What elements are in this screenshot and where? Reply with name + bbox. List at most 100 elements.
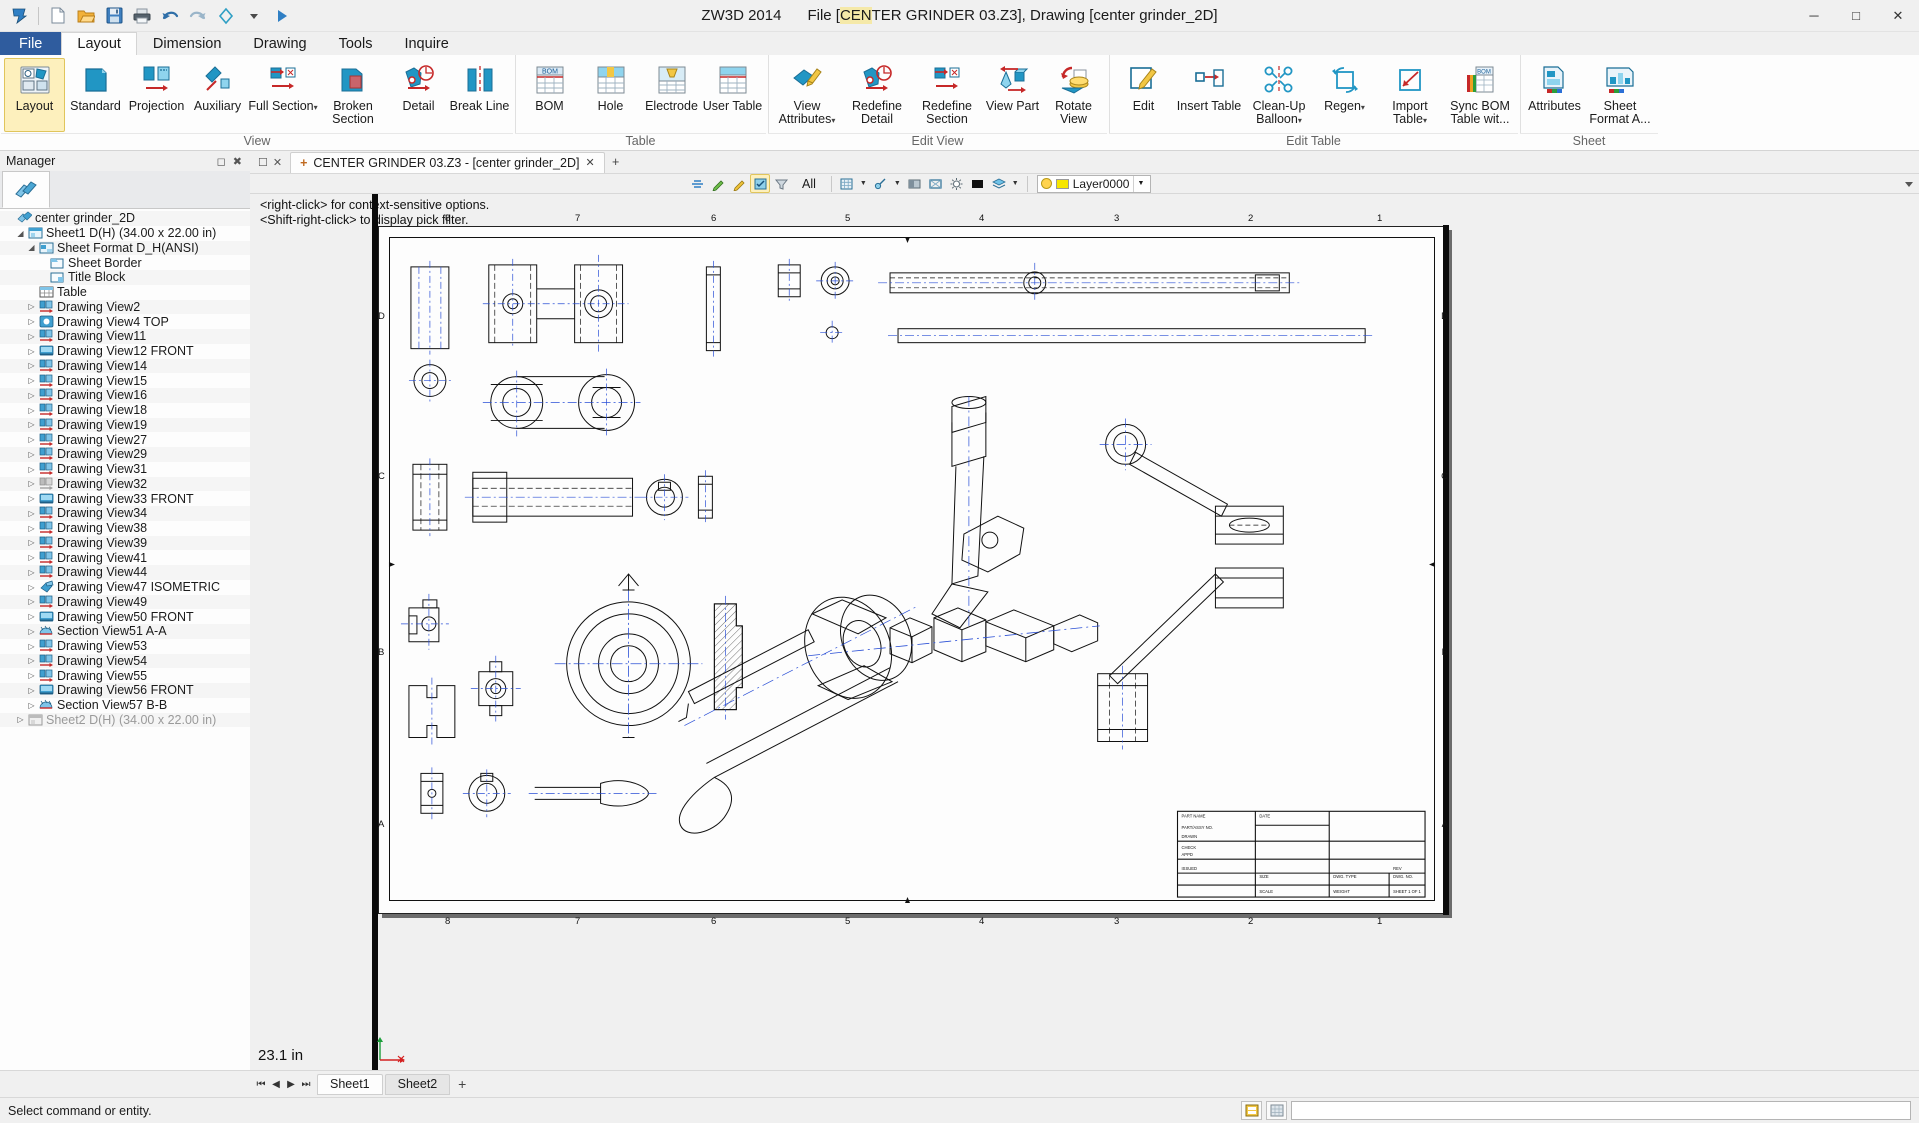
ribbon-button-projection[interactable]: Projection	[126, 58, 187, 132]
tree-item[interactable]: ◢Sheet1 D(H) (34.00 x 22.00 in)	[0, 226, 250, 241]
ribbon-button-view-attributes[interactable]: View Attributes▾	[772, 58, 842, 132]
tree-item[interactable]: ◢Sheet Format D_H(ANSI)	[0, 241, 250, 256]
tree-expand-toggle[interactable]: ▷	[25, 361, 38, 370]
ribbon-tab-drawing[interactable]: Drawing	[237, 32, 322, 55]
tree-item[interactable]: ▷Drawing View29	[0, 447, 250, 462]
document-tab[interactable]: + CENTER GRINDER 03.Z3 - [center grinder…	[290, 152, 605, 173]
tree-item[interactable]: ▷Drawing View54	[0, 654, 250, 669]
tree-item[interactable]: ▷Section View57 B-B	[0, 698, 250, 713]
first-sheet-button[interactable]: ⏮	[254, 1075, 268, 1093]
add-document-tab-button[interactable]: +	[605, 152, 627, 173]
restore-window-icon[interactable]: ☐	[258, 156, 268, 169]
sheet-tab-sheet2[interactable]: Sheet2	[385, 1074, 451, 1095]
next-sheet-button[interactable]: ▶	[284, 1075, 298, 1093]
tree-item[interactable]: ▷Drawing View27	[0, 432, 250, 447]
color-swatch-icon[interactable]	[968, 174, 988, 193]
tree-item[interactable]: ▷Drawing View53	[0, 639, 250, 654]
ribbon-button-redefine-section[interactable]: Redefine Section	[912, 58, 982, 132]
light-icon[interactable]	[947, 174, 967, 193]
snap-dropdown[interactable]: ▼	[871, 174, 904, 193]
tree-expand-toggle[interactable]: ▷	[25, 332, 38, 341]
grid-dropdown-arrow[interactable]: ▼	[857, 180, 870, 187]
layer-selector[interactable]: Layer0000 ▼	[1037, 175, 1152, 193]
ribbon-button-layout[interactable]: Layout	[4, 58, 65, 132]
tree-expand-toggle[interactable]: ▷	[25, 597, 38, 606]
tree-item[interactable]: center grinder_2D	[0, 211, 250, 226]
layer-dropdown-arrow[interactable]: ▼	[1009, 180, 1022, 187]
regen-icon[interactable]	[213, 4, 239, 28]
tree-item[interactable]: ▷Drawing View56 FRONT	[0, 683, 250, 698]
tree-item[interactable]: Title Block	[0, 270, 250, 285]
tree-expand-toggle[interactable]: ▷	[25, 376, 38, 385]
tree-item[interactable]: ▷Drawing View15	[0, 373, 250, 388]
redo-icon[interactable]	[185, 4, 211, 28]
tree-item[interactable]: ▷Section View51 A-A	[0, 624, 250, 639]
pick-pen-icon[interactable]	[708, 174, 728, 193]
customize-dropdown-icon[interactable]	[241, 4, 267, 28]
tree-item[interactable]: ▷Drawing View34	[0, 506, 250, 521]
ribbon-tab-layout[interactable]: Layout	[61, 32, 137, 55]
tree-item[interactable]: ▷Drawing View4 TOP	[0, 314, 250, 329]
tree-expand-toggle[interactable]: ▷	[25, 568, 38, 577]
tree-item[interactable]: ▷Drawing View14	[0, 359, 250, 374]
tree-expand-toggle[interactable]: ▷	[25, 686, 38, 695]
tree-expand-toggle[interactable]: ▷	[25, 479, 38, 488]
chevron-down-icon[interactable]: ▾	[1423, 116, 1427, 125]
tree-item[interactable]: ▷Drawing View33 FRONT	[0, 491, 250, 506]
tree-item[interactable]: ▷Drawing View31	[0, 462, 250, 477]
ribbon-button-sheet-format-a[interactable]: Sheet Format A...	[1585, 58, 1655, 132]
tree-item[interactable]: ▷Drawing View11	[0, 329, 250, 344]
wireframe-icon[interactable]	[926, 174, 946, 193]
ribbon-button-hole[interactable]: Hole	[580, 58, 641, 132]
ribbon-button-standard[interactable]: Standard	[65, 58, 126, 132]
tree-expand-toggle[interactable]: ▷	[25, 538, 38, 547]
grid-icon[interactable]	[837, 174, 857, 193]
ribbon-button-detail[interactable]: Detail	[388, 58, 449, 132]
tree-expand-toggle[interactable]: ▷	[25, 302, 38, 311]
tree-item[interactable]: ▷Drawing View41	[0, 550, 250, 565]
chevron-down-icon[interactable]: ▾	[831, 116, 835, 125]
tab-close-icon[interactable]: ✕	[585, 156, 594, 169]
tree-item[interactable]: ▷Drawing View19	[0, 418, 250, 433]
open-file-icon[interactable]	[73, 4, 99, 28]
tree-expand-toggle[interactable]: ▷	[25, 435, 38, 444]
close-window-icon[interactable]: ✕	[273, 156, 282, 169]
ribbon-button-auxiliary[interactable]: Auxiliary	[187, 58, 248, 132]
tree-expand-toggle[interactable]: ▷	[25, 656, 38, 665]
ribbon-tab-file[interactable]: File	[0, 32, 61, 55]
tree-item[interactable]: ▷Sheet2 D(H) (34.00 x 22.00 in)	[0, 713, 250, 728]
history-manager-icon[interactable]	[2, 171, 50, 208]
shade-icon[interactable]	[905, 174, 925, 193]
sheet-tab-sheet1[interactable]: Sheet1	[317, 1074, 383, 1095]
tree-expand-toggle[interactable]: ▷	[25, 420, 38, 429]
ribbon-button-edit[interactable]: Edit	[1113, 58, 1174, 132]
play-icon[interactable]	[269, 4, 295, 28]
tree-item[interactable]: ▷Drawing View50 FRONT	[0, 609, 250, 624]
filter-icon[interactable]	[771, 174, 791, 193]
tree-expand-toggle[interactable]: ▷	[25, 642, 38, 651]
tree-item[interactable]: ▷Drawing View39	[0, 536, 250, 551]
ribbon-tab-tools[interactable]: Tools	[323, 32, 389, 55]
tree-expand-toggle[interactable]: ▷	[14, 715, 27, 724]
drawing-canvas[interactable]: <right-click> for context-sensitive opti…	[250, 194, 1919, 1070]
select-all-icon[interactable]	[750, 174, 770, 193]
layer-visibility-bulb-icon[interactable]	[1041, 178, 1052, 189]
tree-item[interactable]: Sheet Border	[0, 255, 250, 270]
ribbon-button-sync-bom-table-wit[interactable]: BOMSync BOM Table wit...	[1445, 58, 1515, 132]
tree-expand-toggle[interactable]: ▷	[25, 450, 38, 459]
filter-label[interactable]: All	[792, 177, 826, 191]
highlight-icon[interactable]	[729, 174, 749, 193]
tree-expand-toggle[interactable]: ▷	[25, 317, 38, 326]
print-icon[interactable]	[129, 4, 155, 28]
ribbon-button-broken-section[interactable]: Broken Section	[318, 58, 388, 132]
grid-toggle-icon[interactable]	[1266, 1101, 1287, 1120]
tree-expand-toggle[interactable]: ▷	[25, 524, 38, 533]
ribbon-button-attributes[interactable]: Attributes	[1524, 58, 1585, 132]
tree-expand-toggle[interactable]: ▷	[25, 612, 38, 621]
ribbon-button-rotate-view[interactable]: Rotate View	[1043, 58, 1104, 132]
ribbon-button-user-table[interactable]: User Table	[702, 58, 763, 132]
tree-expand-toggle[interactable]: ▷	[25, 671, 38, 680]
ribbon-button-insert-table[interactable]: Insert Table	[1174, 58, 1244, 132]
ribbon-tab-inquire[interactable]: Inquire	[388, 32, 464, 55]
visibility-icon[interactable]	[687, 174, 707, 193]
